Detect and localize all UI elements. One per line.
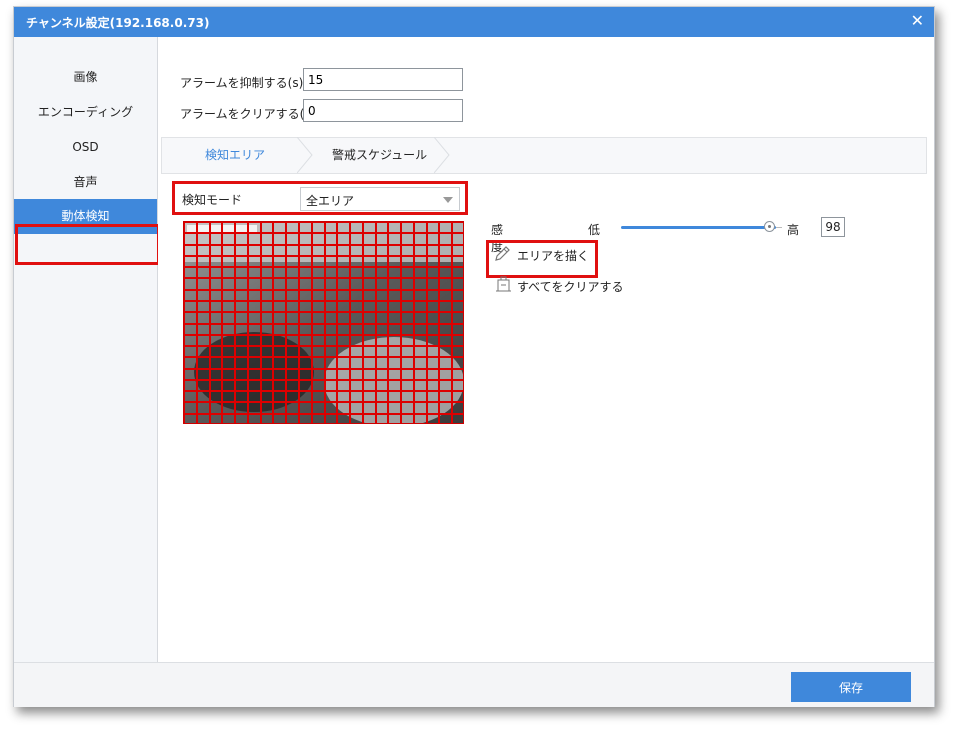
footer-bar: 保存 <box>14 662 934 707</box>
suppress-alarm-input[interactable] <box>303 68 463 91</box>
tab-separator-icon <box>434 137 450 174</box>
sensitivity-high-label: 高 <box>787 223 800 237</box>
window-title: チャンネル設定(192.168.0.73) <box>26 16 210 30</box>
sidebar-item-audio[interactable]: 音声 <box>14 165 157 200</box>
camera-image-shadow <box>194 332 314 412</box>
channel-settings-dialog: チャンネル設定(192.168.0.73) ✕ 画像 エンコーディング OSD … <box>13 6 935 707</box>
sidebar-item-osd[interactable]: OSD <box>14 130 157 165</box>
tab-alert-schedule[interactable]: 警戒スケジュール <box>332 138 427 173</box>
eraser-icon <box>496 276 511 292</box>
highlight-box-mode <box>172 181 468 215</box>
sensitivity-value-field[interactable]: 98 <box>821 217 845 237</box>
highlight-box-sidebar <box>15 224 160 265</box>
save-button[interactable]: 保存 <box>791 672 911 702</box>
title-bar: チャンネル設定(192.168.0.73) ✕ <box>14 7 934 37</box>
highlight-box-draw <box>486 240 598 278</box>
tab-detection-area[interactable]: 検知エリア <box>205 138 265 173</box>
slider-track-end <box>776 227 782 228</box>
close-icon[interactable]: ✕ <box>911 11 924 30</box>
sensitivity-slider-handle[interactable] <box>764 221 775 232</box>
camera-preview-grid[interactable] <box>183 221 464 424</box>
sensitivity-low-label: 低 <box>588 223 601 237</box>
suppress-alarm-label: アラームを抑制する(s) <box>180 76 304 90</box>
sidebar-item-encoding[interactable]: エンコーディング <box>14 95 157 130</box>
sidebar-item-image[interactable]: 画像 <box>14 60 157 95</box>
clear-all-label: すべてをクリアする <box>517 280 624 294</box>
clear-alarm-label: アラームをクリアする(s) <box>180 107 316 121</box>
sidebar: 画像 エンコーディング OSD 音声 動体検知 <box>14 37 160 662</box>
tab-bar: 検知エリア 警戒スケジュール <box>161 137 927 174</box>
sensitivity-slider-track[interactable] <box>621 226 776 229</box>
clear-alarm-input[interactable] <box>303 99 463 122</box>
main-panel: アラームを抑制する(s) アラームをクリアする(s) 検知エリア 警戒スケジュー… <box>158 37 934 662</box>
tab-separator-icon <box>297 137 313 174</box>
